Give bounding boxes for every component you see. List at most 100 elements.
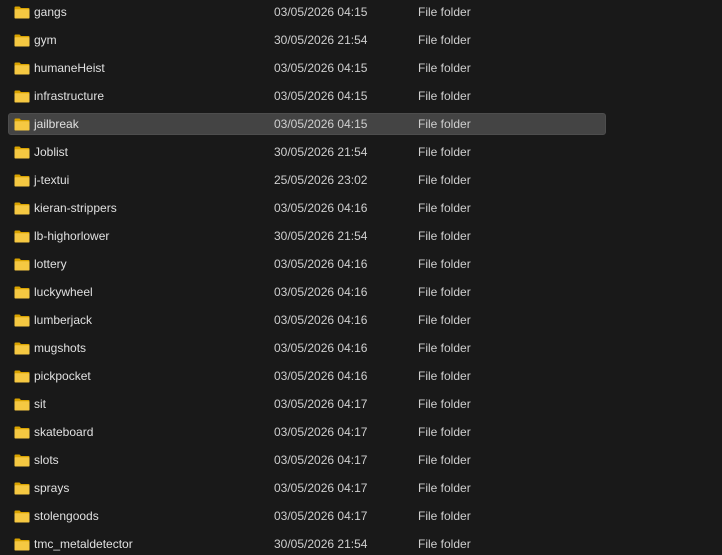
date-modified: 30/05/2026 21:54 <box>274 33 368 47</box>
file-row[interactable]: sit 03/05/2026 04:17 File folder <box>8 393 606 415</box>
file-row[interactable]: kieran-strippers 03/05/2026 04:16 File fol… <box>8 197 606 219</box>
folder-icon <box>14 482 30 495</box>
folder-icon <box>14 342 30 355</box>
folder-icon <box>14 510 30 523</box>
date-modified: 03/05/2026 04:17 <box>274 481 368 495</box>
file-type: File folder <box>418 537 471 551</box>
file-type: File folder <box>418 397 471 411</box>
folder-icon <box>14 454 30 467</box>
file-row[interactable]: mugshots 03/05/2026 04:16 File folder <box>8 337 606 359</box>
date-modified: 03/05/2026 04:16 <box>274 313 368 327</box>
file-name: lumberjack <box>34 313 93 327</box>
folder-icon <box>14 286 30 299</box>
file-name: tmc_metaldetector <box>34 537 133 551</box>
file-name: gangs <box>34 5 67 19</box>
file-name: lb-highorlower <box>34 229 110 243</box>
file-type: File folder <box>418 453 471 467</box>
folder-icon <box>14 34 30 47</box>
file-row[interactable]: stolengoods 03/05/2026 04:17 File folder <box>8 505 606 527</box>
file-type: File folder <box>418 313 471 327</box>
file-row[interactable]: j-textui 25/05/2026 23:02 File folder <box>8 169 606 191</box>
file-type: File folder <box>418 145 471 159</box>
file-name: skateboard <box>34 425 94 439</box>
file-row[interactable]: sprays 03/05/2026 04:17 File folder <box>8 477 606 499</box>
file-name: luckywheel <box>34 285 93 299</box>
file-row[interactable]: lumberjack 03/05/2026 04:16 File folder <box>8 309 606 331</box>
file-name: stolengoods <box>34 509 99 523</box>
folder-icon <box>14 258 30 271</box>
date-modified: 30/05/2026 21:54 <box>274 229 368 243</box>
file-row[interactable]: Joblist 30/05/2026 21:54 File folder <box>8 141 606 163</box>
folder-icon <box>14 202 30 215</box>
file-row[interactable]: luckywheel 03/05/2026 04:16 File folder <box>8 281 606 303</box>
date-modified: 03/05/2026 04:17 <box>274 397 368 411</box>
file-name: jailbreak <box>34 117 79 131</box>
file-type: File folder <box>418 173 471 187</box>
file-name: slots <box>34 453 59 467</box>
file-row[interactable]: jailbreak 03/05/2026 04:15 File folder <box>8 113 606 135</box>
date-modified: 03/05/2026 04:16 <box>274 369 368 383</box>
date-modified: 03/05/2026 04:15 <box>274 117 368 131</box>
file-row[interactable]: skateboard 03/05/2026 04:17 File folder <box>8 421 606 443</box>
folder-icon <box>14 370 30 383</box>
file-row[interactable]: infrastructure 03/05/2026 04:15 File folde… <box>8 85 606 107</box>
file-name: j-textui <box>34 173 70 187</box>
date-modified: 03/05/2026 04:17 <box>274 425 368 439</box>
date-modified: 03/05/2026 04:17 <box>274 453 368 467</box>
date-modified: 25/05/2026 23:02 <box>274 173 368 187</box>
file-name: humaneHeist <box>34 61 105 75</box>
file-type: File folder <box>418 369 471 383</box>
file-type: File folder <box>418 257 471 271</box>
file-row[interactable]: gangs 03/05/2026 04:15 File folder <box>8 1 606 23</box>
file-name: sit <box>34 397 46 411</box>
folder-icon <box>14 6 30 19</box>
file-type: File folder <box>418 89 471 103</box>
file-type: File folder <box>418 117 471 131</box>
file-row[interactable]: lottery 03/05/2026 04:16 File folder <box>8 253 606 275</box>
folder-icon <box>14 230 30 243</box>
file-name: mugshots <box>34 341 87 355</box>
date-modified: 03/05/2026 04:15 <box>274 61 368 75</box>
file-type: File folder <box>418 201 471 215</box>
file-type: File folder <box>418 481 471 495</box>
file-row[interactable]: slots 03/05/2026 04:17 File folder <box>8 449 606 471</box>
date-modified: 03/05/2026 04:16 <box>274 257 368 271</box>
folder-icon <box>14 538 30 551</box>
file-type: File folder <box>418 285 471 299</box>
folder-icon <box>14 174 30 187</box>
file-row[interactable]: gym 30/05/2026 21:54 File folder <box>8 29 606 51</box>
file-type: File folder <box>418 341 471 355</box>
file-name: sprays <box>34 481 70 495</box>
file-name: Joblist <box>34 145 69 159</box>
date-modified: 03/05/2026 04:16 <box>274 201 368 215</box>
file-row[interactable]: tmc_metaldetector 30/05/2026 21:54 File fo… <box>8 533 606 555</box>
date-modified: 30/05/2026 21:54 <box>274 537 368 551</box>
date-modified: 03/05/2026 04:16 <box>274 285 368 299</box>
date-modified: 03/05/2026 04:15 <box>274 89 368 103</box>
file-type: File folder <box>418 229 471 243</box>
file-type: File folder <box>418 33 471 47</box>
file-type: File folder <box>418 509 471 523</box>
file-row[interactable]: pickpocket 03/05/2026 04:16 File folder <box>8 365 606 387</box>
folder-icon <box>14 426 30 439</box>
date-modified: 03/05/2026 04:17 <box>274 509 368 523</box>
file-name: pickpocket <box>34 369 91 383</box>
file-name: kieran-strippers <box>34 201 117 215</box>
date-modified: 03/05/2026 04:16 <box>274 341 368 355</box>
file-row[interactable]: humaneHeist 03/05/2026 04:15 File folder <box>8 57 606 79</box>
file-name: infrastructure <box>34 89 105 103</box>
file-name: gym <box>34 33 57 47</box>
date-modified: 03/05/2026 04:15 <box>274 5 368 19</box>
file-row[interactable]: lb-highorlower 30/05/2026 21:54 File folde… <box>8 225 606 247</box>
folder-icon <box>14 398 30 411</box>
file-type: File folder <box>418 61 471 75</box>
folder-icon <box>14 146 30 159</box>
folder-icon <box>14 62 30 75</box>
date-modified: 30/05/2026 21:54 <box>274 145 368 159</box>
folder-icon <box>14 90 30 103</box>
folder-icon <box>14 118 30 131</box>
file-list: gangs 03/05/2026 04:15 File folder gym 30/05… <box>0 0 722 555</box>
folder-icon <box>14 314 30 327</box>
file-name: lottery <box>34 257 67 271</box>
file-type: File folder <box>418 5 471 19</box>
